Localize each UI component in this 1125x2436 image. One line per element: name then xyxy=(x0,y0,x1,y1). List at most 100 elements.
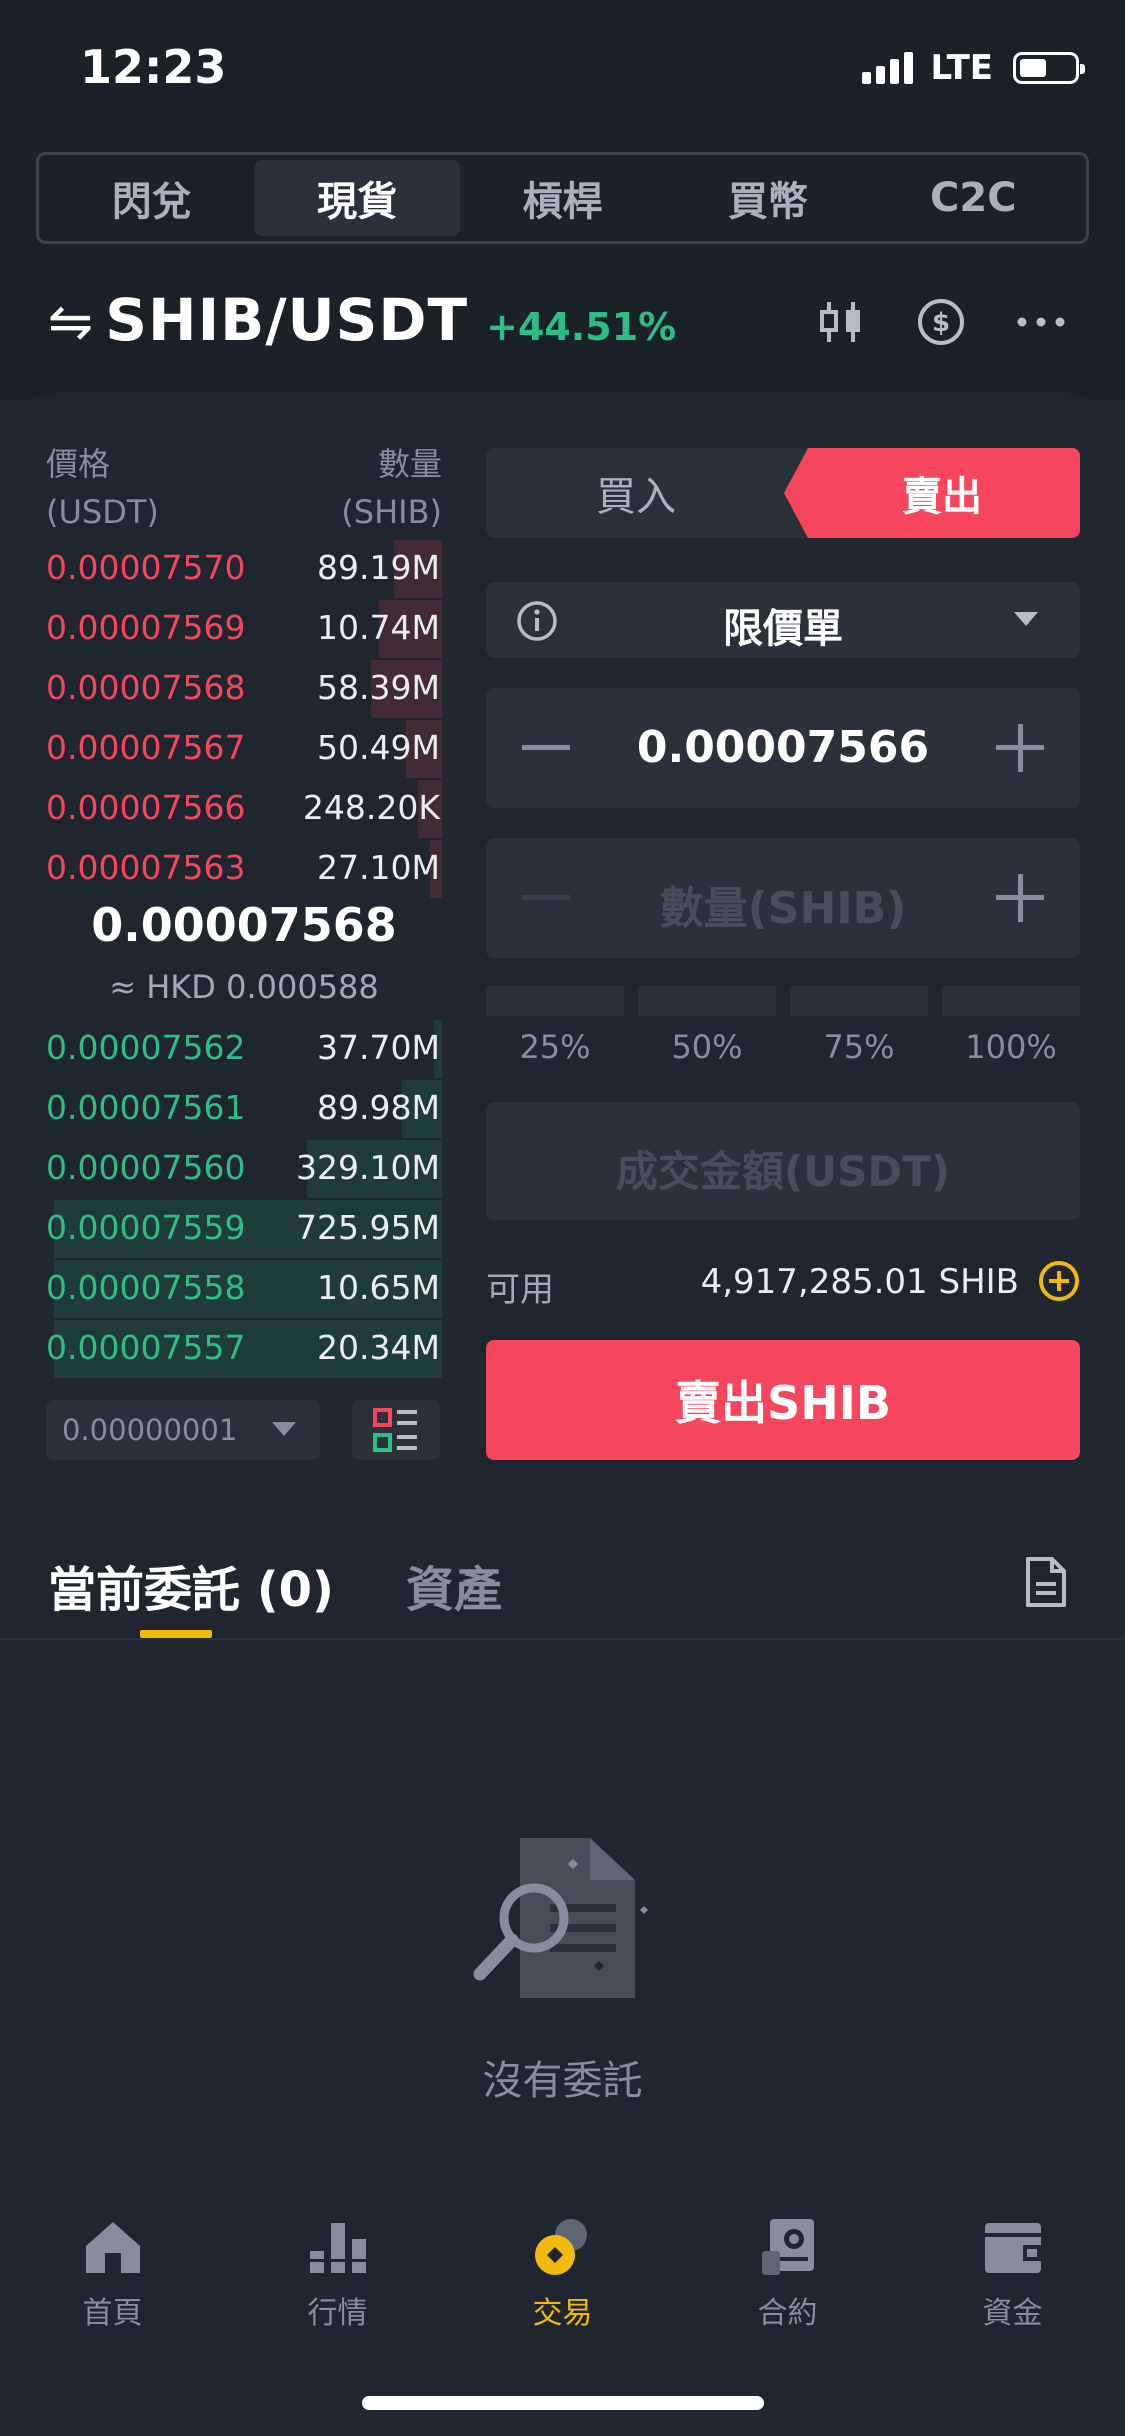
svg-text:$: $ xyxy=(932,308,950,338)
bid-price: 0.00007558 xyxy=(46,1268,246,1307)
price-change: +44.51% xyxy=(486,305,677,349)
tab-open-orders[interactable]: 當前委託 (0) xyxy=(48,1550,334,1620)
tab-assets[interactable]: 資產 xyxy=(406,1550,502,1620)
available-label: 可用 xyxy=(486,1270,554,1310)
ask-qty: 10.74M xyxy=(317,608,440,647)
ask-row[interactable]: 0.00007563 27.10M xyxy=(46,840,442,898)
bid-price: 0.00007559 xyxy=(46,1208,246,1247)
signal-icon xyxy=(861,52,913,84)
bid-qty: 725.95M xyxy=(296,1208,440,1247)
tick-size-select[interactable]: 0.00000001 xyxy=(46,1400,320,1460)
last-price[interactable]: 0.00007568 xyxy=(46,898,442,952)
ask-qty: 58.39M xyxy=(317,668,440,707)
percent-label-50[interactable]: 50% xyxy=(638,1028,776,1066)
pair-selector[interactable]: ⇋ SHIB/USDT +44.51% xyxy=(48,286,676,354)
ask-row[interactable]: 0.00007570 89.19M xyxy=(46,540,442,598)
qty-header: 數量 xyxy=(377,445,442,483)
nav-futures[interactable]: 合約 xyxy=(675,2200,900,2350)
buy-sell-toggle: 買入 賣出 xyxy=(486,448,1080,538)
tab-convert[interactable]: 閃兌 xyxy=(49,160,254,236)
bid-row[interactable]: 0.00007557 20.34M xyxy=(46,1320,442,1378)
nav-home-label: 首頁 xyxy=(82,2296,143,2331)
ask-qty: 248.20K xyxy=(302,788,440,827)
sell-tab[interactable]: 賣出 xyxy=(784,448,1080,538)
bid-row[interactable]: 0.00007558 10.65M xyxy=(46,1260,442,1318)
bid-row[interactable]: 0.00007560 329.10M xyxy=(46,1140,442,1198)
trade-icon xyxy=(528,2212,598,2282)
bid-row[interactable]: 0.00007562 37.70M xyxy=(46,1020,442,1078)
network-type: LTE xyxy=(930,48,993,88)
percent-label-75[interactable]: 75% xyxy=(790,1028,928,1066)
bottom-navigation: 首頁 行情 交易 合約 資金 xyxy=(0,2200,1125,2350)
tabs-divider xyxy=(0,1638,1125,1640)
active-tab-indicator xyxy=(140,1630,212,1638)
bid-qty: 10.65M xyxy=(317,1268,440,1307)
order-book-layout-icon xyxy=(373,1408,417,1452)
candlestick-chart-icon[interactable] xyxy=(813,294,869,350)
ask-qty: 89.19M xyxy=(317,548,440,587)
nav-trade-label: 交易 xyxy=(532,2296,593,2331)
tab-margin[interactable]: 槓桿 xyxy=(460,160,665,236)
bid-price: 0.00007561 xyxy=(46,1088,246,1127)
price-input[interactable]: 0.00007566 xyxy=(486,722,1080,773)
sell-submit-button[interactable]: 賣出SHIB xyxy=(486,1340,1080,1460)
wallet-icon xyxy=(978,2212,1048,2282)
percent-segment-25[interactable] xyxy=(486,986,624,1016)
ask-price: 0.00007566 xyxy=(46,788,246,827)
ask-row[interactable]: 0.00007566 248.20K xyxy=(46,780,442,838)
total-input[interactable]: 成交金額(USDT) xyxy=(486,1102,1080,1220)
amount-stepper: 數量(SHIB) xyxy=(486,838,1080,958)
ask-price: 0.00007567 xyxy=(46,728,246,767)
bid-row[interactable]: 0.00007559 725.95M xyxy=(46,1200,442,1258)
empty-orders-text: 沒有委託 xyxy=(482,2058,643,2104)
ask-row[interactable]: 0.00007569 10.74M xyxy=(46,600,442,658)
percent-label-100[interactable]: 100% xyxy=(942,1028,1080,1066)
ask-qty: 50.49M xyxy=(317,728,440,767)
ask-qty: 27.10M xyxy=(317,848,440,887)
percent-segment-50[interactable] xyxy=(638,986,776,1016)
amount-input[interactable]: 數量(SHIB) xyxy=(486,872,1080,936)
ask-price: 0.00007568 xyxy=(46,668,246,707)
percent-label-25[interactable]: 25% xyxy=(486,1028,624,1066)
amount-increment-icon-vertical[interactable] xyxy=(1018,874,1023,922)
price-increment-icon-vertical[interactable] xyxy=(1018,724,1023,772)
qty-unit: (SHIB) xyxy=(341,493,442,531)
trade-mode-tabs: 閃兌 現貨 槓桿 買幣 C2C xyxy=(36,152,1089,244)
percent-segment-100[interactable] xyxy=(942,986,1080,1016)
ask-row[interactable]: 0.00007567 50.49M xyxy=(46,720,442,778)
add-funds-icon[interactable] xyxy=(1039,1261,1079,1301)
buy-tab[interactable]: 買入 xyxy=(486,448,786,538)
order-book-view-button[interactable] xyxy=(352,1400,440,1460)
order-history-icon[interactable] xyxy=(1025,1556,1067,1612)
nav-markets[interactable]: 行情 xyxy=(225,2200,450,2350)
home-indicator[interactable] xyxy=(362,2396,764,2410)
bid-row[interactable]: 0.00007561 89.98M xyxy=(46,1080,442,1138)
tab-spot[interactable]: 現貨 xyxy=(254,160,460,236)
total-placeholder: 成交金額(USDT) xyxy=(615,1147,951,1196)
more-icon[interactable] xyxy=(1013,294,1069,350)
order-type-select[interactable]: 限價單 xyxy=(486,582,1080,658)
ask-price: 0.00007570 xyxy=(46,548,246,587)
tab-c2c[interactable]: C2C xyxy=(871,160,1076,236)
caret-down-icon xyxy=(272,1422,296,1436)
markets-icon xyxy=(303,2212,373,2282)
available-balance: 4,917,285.01 SHIB xyxy=(700,1262,1019,1302)
status-indicators: LTE xyxy=(861,48,1085,88)
bid-qty: 329.10M xyxy=(296,1148,440,1187)
home-icon xyxy=(78,2212,148,2282)
ask-price: 0.00007569 xyxy=(46,608,246,647)
empty-orders-illustration xyxy=(470,1830,660,2014)
dollar-coin-icon[interactable]: $ xyxy=(913,294,969,350)
nav-futures-label: 合約 xyxy=(757,2296,818,2331)
nav-wallet[interactable]: 資金 xyxy=(900,2200,1125,2350)
ask-row[interactable]: 0.00007568 58.39M xyxy=(46,660,442,718)
percent-segment-75[interactable] xyxy=(790,986,928,1016)
swap-icon: ⇋ xyxy=(48,290,94,353)
bid-price: 0.00007557 xyxy=(46,1328,246,1367)
status-time: 12:23 xyxy=(80,40,227,94)
tab-buy-crypto[interactable]: 買幣 xyxy=(665,160,870,236)
order-book-header: 價格 (USDT) 數量 (SHIB) xyxy=(46,440,442,536)
nav-trade[interactable]: 交易 xyxy=(450,2200,675,2350)
ask-price: 0.00007563 xyxy=(46,848,246,887)
nav-home[interactable]: 首頁 xyxy=(0,2200,225,2350)
